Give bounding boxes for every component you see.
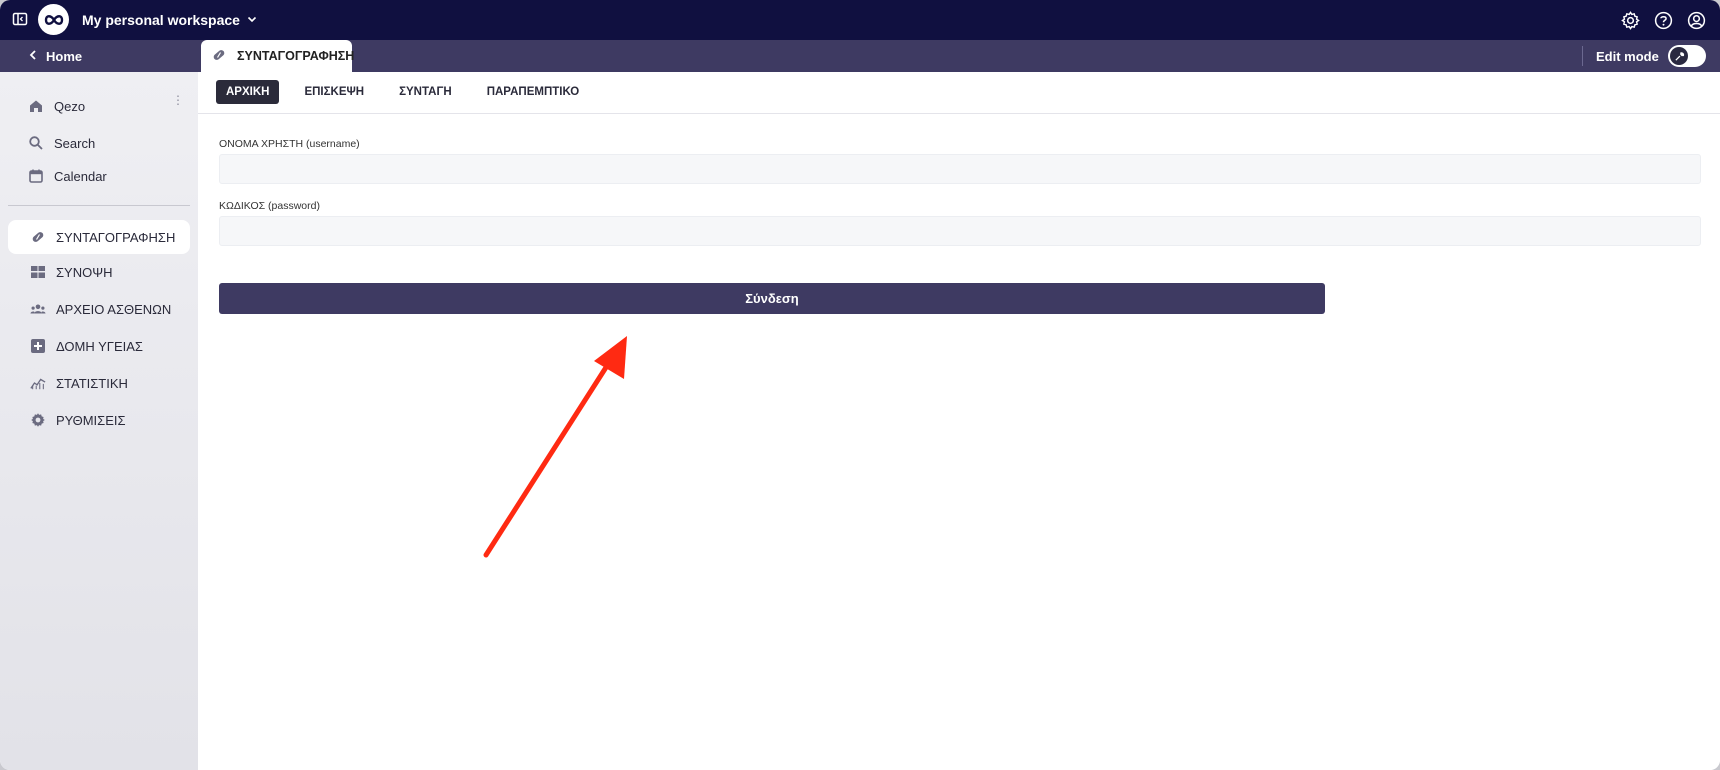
- page-tab-syntagografisi[interactable]: ΣΥΝΤΑΓΟΓΡΑΦΗΣΗ: [201, 40, 355, 72]
- edit-mode-toggle[interactable]: [1668, 45, 1706, 67]
- pill-icon: [211, 47, 227, 66]
- app-window: My personal workspace Home ΣΥΝΤΑΓΟΓΡΑΦΗΣ…: [0, 0, 1720, 770]
- password-field[interactable]: [219, 216, 1701, 246]
- username-field[interactable]: [219, 154, 1701, 184]
- calendar-icon: [28, 168, 44, 184]
- sidebar-divider: [8, 205, 190, 206]
- sidebar-item-synopsi[interactable]: ΣΥΝΟΨΗ: [30, 260, 112, 284]
- password-label: ΚΩΔΙΚΟΣ (password): [219, 200, 320, 212]
- home-icon: [28, 98, 44, 114]
- sidebar: Qezo ⋮ Search Calendar ΣΥΝΤΑΓΟΓΡΑΦΗΣΗ ΣΥ…: [0, 72, 198, 770]
- sidebar-item-label: ΡΥΘΜΙΣΕΙΣ: [56, 412, 126, 428]
- account-icon[interactable]: [1687, 11, 1706, 30]
- sidebar-toggle-icon[interactable]: [12, 11, 28, 27]
- dashboard-icon: [30, 264, 46, 280]
- username-label: ΟΝΟΜΑ ΧΡΗΣΤΗ (username): [219, 138, 360, 150]
- workspace-name: My personal workspace: [82, 12, 240, 28]
- divider: [1582, 46, 1583, 66]
- sidebar-item-statistiki[interactable]: ΣΤΑΤΙΣΤΙΚΗ: [30, 371, 128, 395]
- settings-gear-icon[interactable]: [1621, 10, 1640, 30]
- home-link-label: Home: [46, 48, 83, 64]
- sidebar-item-search[interactable]: Search: [28, 131, 95, 155]
- sidebar-item-archeio-asthenon[interactable]: ΑΡΧΕΙΟ ΑΣΘΕΝΩΝ: [30, 297, 171, 321]
- sidebar-item-calendar[interactable]: Calendar: [28, 164, 107, 188]
- users-icon: [30, 301, 46, 317]
- help-icon[interactable]: [1654, 11, 1673, 30]
- sidebar-item-domi-ygeias[interactable]: ΔΟΜΗ ΥΓΕΙΑΣ: [30, 334, 143, 358]
- chevron-down-icon: [246, 12, 258, 28]
- sidebar-item-qezo[interactable]: Qezo: [28, 94, 85, 118]
- edit-mode-label: Edit mode: [1596, 48, 1659, 64]
- sidebar-item-label: Qezo: [54, 98, 86, 114]
- navigation-bar: Home ΣΥΝΤΑΓΟΓΡΑΦΗΣΗ Edit mode: [0, 40, 1720, 72]
- tab-parapemptiko[interactable]: ΠΑΡΑΠΕΜΠΤΙΚΟ: [477, 80, 590, 104]
- login-button[interactable]: Σύνδεση: [219, 283, 1325, 314]
- search-icon: [28, 135, 44, 151]
- sidebar-item-label: ΔΟΜΗ ΥΓΕΙΑΣ: [56, 338, 143, 354]
- app-logo[interactable]: [38, 4, 69, 35]
- sidebar-item-rythmiseis[interactable]: ΡΥΘΜΙΣΕΙΣ: [30, 408, 126, 432]
- sidebar-item-label: Calendar: [54, 168, 107, 184]
- chevron-left-icon: [28, 49, 38, 64]
- tab-archiki[interactable]: ΑΡΧΙΚΗ: [216, 80, 280, 104]
- more-options-icon[interactable]: ⋮: [172, 94, 184, 106]
- sidebar-item-syntagografisi[interactable]: ΣΥΝΤΑΓΟΓΡΑΦΗΣΗ: [30, 225, 175, 249]
- tabs-divider: [198, 113, 1720, 114]
- workspace-switcher[interactable]: My personal workspace: [82, 0, 258, 40]
- tab-episkepsi[interactable]: ΕΠΙΣΚΕΨΗ: [294, 80, 374, 104]
- home-link[interactable]: Home: [28, 40, 82, 72]
- sidebar-item-label: ΑΡΧΕΙΟ ΑΣΘΕΝΩΝ: [56, 301, 172, 317]
- sidebar-item-label: ΣΥΝΤΑΓΟΓΡΑΦΗΣΗ: [56, 229, 176, 245]
- pill-icon: [30, 229, 46, 245]
- chart-icon: [30, 375, 46, 391]
- page-tab-label: ΣΥΝΤΑΓΟΓΡΑΦΗΣΗ: [237, 49, 355, 63]
- tab-syntagi[interactable]: ΣΥΝΤΑΓΗ: [389, 80, 462, 104]
- plus-square-icon: [30, 338, 46, 354]
- page-tabs: ΑΡΧΙΚΗ ΕΠΙΣΚΕΨΗ ΣΥΝΤΑΓΗ ΠΑΡΑΠΕΜΠΤΙΚΟ: [216, 80, 604, 104]
- sidebar-item-label: ΣΤΑΤΙΣΤΙΚΗ: [56, 375, 128, 391]
- gear-icon: [30, 412, 46, 428]
- sidebar-item-label: Search: [54, 135, 96, 151]
- sidebar-item-label: ΣΥΝΟΨΗ: [56, 264, 113, 280]
- top-bar: My personal workspace: [0, 0, 1720, 40]
- wrench-icon: [1670, 47, 1688, 65]
- main-content: ΑΡΧΙΚΗ ΕΠΙΣΚΕΨΗ ΣΥΝΤΑΓΗ ΠΑΡΑΠΕΜΠΤΙΚΟ ΟΝΟ…: [198, 72, 1720, 770]
